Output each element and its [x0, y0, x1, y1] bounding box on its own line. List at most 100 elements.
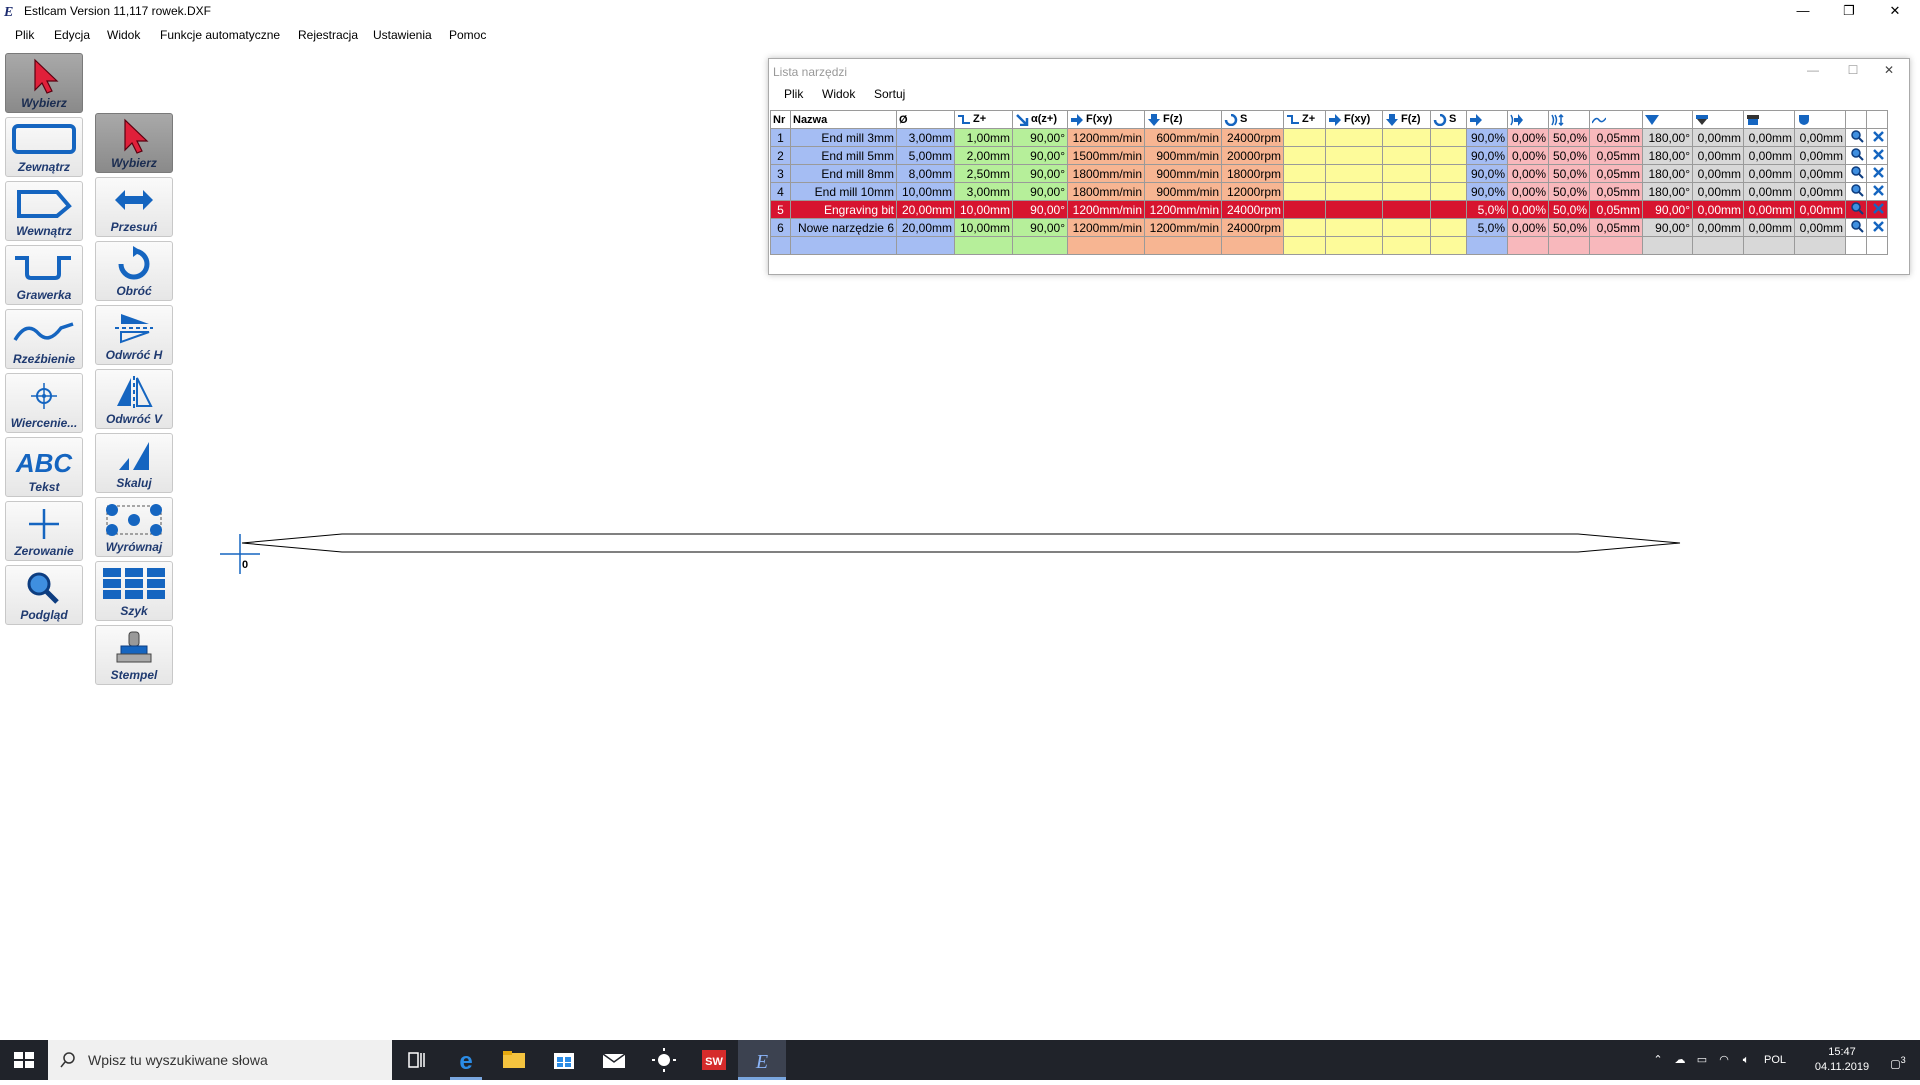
language-indicator[interactable]: POL	[1764, 1040, 1786, 1080]
tool-zero-button[interactable]: Zerowanie	[5, 501, 83, 561]
cell-finish-speed[interactable]	[1430, 128, 1467, 147]
windows-start-icon[interactable]	[0, 1040, 48, 1080]
tool-select-button[interactable]: Wybierz	[5, 53, 83, 113]
cell-param-1[interactable]	[1692, 236, 1744, 255]
edit-tool-button[interactable]	[1845, 182, 1867, 201]
taskbar-search-box[interactable]: Wpisz tu wyszukiwane słowa	[48, 1040, 392, 1080]
cell-ramp[interactable]: 50,0%	[1548, 200, 1590, 219]
header-tool-param-1[interactable]	[1692, 110, 1744, 129]
cell-feed-z[interactable]	[1144, 236, 1222, 255]
header-finish-speed[interactable]: S	[1430, 110, 1467, 129]
header-overlap[interactable]	[1507, 110, 1549, 129]
wifi-icon[interactable]: ◠	[1714, 1040, 1734, 1080]
cell-tip-angle[interactable]: 180,00°	[1642, 146, 1693, 165]
flip-vertical-button[interactable]: Odwróć V	[95, 369, 173, 429]
header-name[interactable]: Nazwa	[790, 110, 897, 129]
delete-tool-button[interactable]	[1866, 128, 1888, 147]
show-hidden-icons-chevron-icon[interactable]: ⌃	[1648, 1040, 1668, 1080]
cell-finish-feed-xy[interactable]	[1325, 182, 1383, 201]
cell-feed-z[interactable]: 600mm/min	[1144, 128, 1222, 147]
cell-nr[interactable]: 1	[770, 128, 791, 147]
cell-tolerance[interactable]: 0,05mm	[1589, 182, 1643, 201]
cell-diameter[interactable]: 5,00mm	[896, 146, 955, 165]
cell-tip-angle[interactable]: 180,00°	[1642, 164, 1693, 183]
cell-param-3[interactable]: 0,00mm	[1794, 164, 1846, 183]
move-button[interactable]: Przesuń	[95, 177, 173, 237]
cell-tip-angle[interactable]: 90,00°	[1642, 218, 1693, 237]
cell-finish-feed-xy[interactable]	[1325, 236, 1383, 255]
flip-horizontal-button[interactable]: Odwróć H	[95, 305, 173, 365]
menu-widok[interactable]: Widok	[107, 28, 140, 42]
edge-browser-icon[interactable]: e	[442, 1040, 490, 1080]
cell-speed[interactable]: 24000rpm	[1221, 200, 1284, 219]
cell-feed-xy[interactable]: 1200mm/min	[1067, 128, 1145, 147]
cell-z-plus[interactable]: 2,50mm	[954, 164, 1013, 183]
cell-ramp[interactable]: 50,0%	[1548, 146, 1590, 165]
cell-param-1[interactable]: 0,00mm	[1692, 128, 1744, 147]
cell-nr[interactable]: 5	[770, 200, 791, 219]
cell-speed[interactable]	[1221, 236, 1284, 255]
cell-angle[interactable]: 90,00°	[1012, 128, 1068, 147]
cell-param-2[interactable]: 0,00mm	[1743, 218, 1795, 237]
cell-diameter[interactable]: 10,00mm	[896, 182, 955, 201]
header-feed-xy[interactable]: F(xy)	[1067, 110, 1145, 129]
tool-inside-button[interactable]: Wewnątrz	[5, 181, 83, 241]
cell-ramp[interactable]: 50,0%	[1548, 182, 1590, 201]
menu-pomoc[interactable]: Pomoc	[449, 28, 486, 42]
cell-angle[interactable]: 90,00°	[1012, 200, 1068, 219]
cell-stepover[interactable]: 90,0%	[1466, 146, 1508, 165]
cell-param-2[interactable]: 0,00mm	[1743, 146, 1795, 165]
cell-finish-feed-xy[interactable]	[1325, 128, 1383, 147]
header-angle[interactable]: α(z+)	[1012, 110, 1068, 129]
cell-diameter[interactable]: 3,00mm	[896, 128, 955, 147]
cell-finish-z-plus[interactable]	[1283, 182, 1326, 201]
align-button[interactable]: Wyrównaj	[95, 497, 173, 557]
cell-finish-feed-z[interactable]	[1382, 182, 1431, 201]
cell-param-3[interactable]	[1794, 236, 1846, 255]
cell-tolerance[interactable]: 0,05mm	[1589, 146, 1643, 165]
delete-tool-button[interactable]	[1866, 218, 1888, 237]
cell-overlap[interactable]: 0,00%	[1507, 218, 1549, 237]
menu-rejestracja[interactable]: Rejestracja	[298, 28, 358, 42]
header-feed-z[interactable]: F(z)	[1144, 110, 1222, 129]
cell-speed[interactable]: 20000rpm	[1221, 146, 1284, 165]
cell-overlap[interactable]	[1507, 236, 1549, 255]
cell-stepover[interactable]: 90,0%	[1466, 182, 1508, 201]
tool-row[interactable]	[770, 236, 1888, 255]
header-tool-param-2[interactable]	[1743, 110, 1795, 129]
delete-tool-button[interactable]	[1866, 200, 1888, 219]
tool-row[interactable]: 2 End mill 5mm 5,00mm 2,00mm 90,00° 1500mm/mi…	[770, 146, 1888, 165]
cell-finish-feed-xy[interactable]	[1325, 164, 1383, 183]
tool-engrave-button[interactable]: Grawerka	[5, 245, 83, 305]
cell-finish-feed-z[interactable]	[1382, 236, 1431, 255]
cell-finish-speed[interactable]	[1430, 200, 1467, 219]
menu-ustawienia[interactable]: Ustawienia	[373, 28, 432, 42]
tool-list-maximize-button[interactable]: ☐	[1833, 59, 1873, 81]
cell-overlap[interactable]: 0,00%	[1507, 182, 1549, 201]
edit-tool-button[interactable]	[1845, 200, 1867, 219]
file-explorer-icon[interactable]	[490, 1040, 538, 1080]
header-finish-z-plus[interactable]: Z+	[1283, 110, 1326, 129]
cell-feed-xy[interactable]: 1200mm/min	[1067, 218, 1145, 237]
solidworks-icon[interactable]: SW	[690, 1040, 738, 1080]
cell-feed-xy[interactable]	[1067, 236, 1145, 255]
tool-list-menu-plik[interactable]: Plik	[784, 87, 803, 101]
cell-name[interactable]: Nowe narzędzie 6	[790, 218, 897, 237]
cell-finish-feed-z[interactable]	[1382, 218, 1431, 237]
cell-overlap[interactable]: 0,00%	[1507, 200, 1549, 219]
cell-param-1[interactable]: 0,00mm	[1692, 182, 1744, 201]
header-ramp[interactable]	[1548, 110, 1590, 129]
cell-ramp[interactable]	[1548, 236, 1590, 255]
cell-param-2[interactable]: 0,00mm	[1743, 182, 1795, 201]
brightness-app-icon[interactable]	[640, 1040, 688, 1080]
header-finish-feed-xy[interactable]: F(xy)	[1325, 110, 1383, 129]
cell-finish-feed-z[interactable]	[1382, 146, 1431, 165]
header-tip-angle[interactable]	[1642, 110, 1693, 129]
cell-z-plus[interactable]: 1,00mm	[954, 128, 1013, 147]
header-tolerance[interactable]	[1589, 110, 1643, 129]
cell-name[interactable]	[790, 236, 897, 255]
header-speed[interactable]: S	[1221, 110, 1284, 129]
cell-tolerance[interactable]: 0,05mm	[1589, 164, 1643, 183]
scale-button[interactable]: Skaluj	[95, 433, 173, 493]
cell-finish-feed-xy[interactable]	[1325, 146, 1383, 165]
